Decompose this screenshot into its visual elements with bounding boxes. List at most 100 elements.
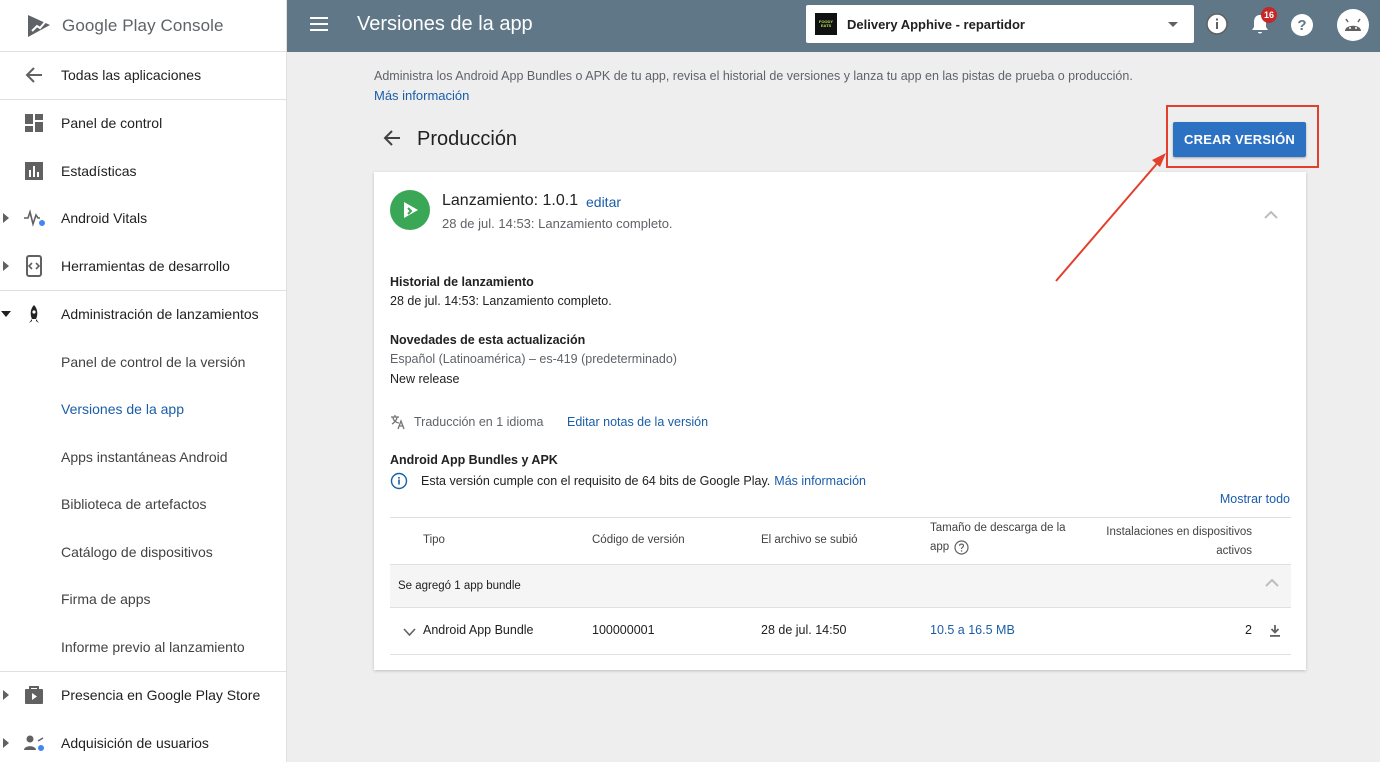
help-button[interactable]: ? — [1291, 14, 1313, 36]
account-avatar[interactable] — [1337, 9, 1369, 41]
sidebar-item-app-releases[interactable]: Versiones de la app — [0, 386, 286, 434]
page-description: Administra los Android App Bundles o APK… — [374, 69, 1133, 83]
android-icon — [1345, 18, 1361, 31]
release-status-icon — [390, 190, 430, 230]
sidebar-item-pre-launch-report[interactable]: Informe previo al lanzamiento — [0, 623, 286, 671]
news-language: Español (Latinoamérica) – es-419 (predet… — [390, 352, 677, 366]
cell-type: Android App Bundle — [423, 623, 534, 637]
sidebar-item-user-acquisition[interactable]: Adquisición de usuarios — [0, 719, 286, 762]
cell-version-code: 100000001 — [592, 623, 655, 637]
column-header-installs-line1: Instalaciones en dispositivos — [1106, 526, 1252, 538]
menu-icon[interactable] — [310, 17, 328, 31]
table-row[interactable]: Android App Bundle 100000001 28 de jul. … — [390, 608, 1291, 655]
main-content: Administra los Android App Bundles o APK… — [287, 52, 1380, 762]
sidebar-item-label: Versiones de la app — [61, 401, 184, 418]
edit-release-notes-link[interactable]: Editar notas de la versión — [567, 415, 708, 429]
expand-row-icon[interactable] — [403, 625, 416, 639]
arrow-back-icon — [383, 130, 400, 146]
release-title: Lanzamiento: 1.0.1 — [442, 192, 579, 209]
sidebar-item-dashboard[interactable]: Panel de control — [0, 100, 286, 148]
bar-chart-icon — [22, 159, 46, 183]
sidebar-item-label: Apps instantáneas Android — [61, 448, 228, 465]
sidebar-item-label: Panel de control de la versión — [61, 353, 246, 370]
column-header-uploaded: El archivo se subió — [761, 534, 858, 546]
info-icon — [390, 472, 408, 490]
requirement-more-info-link[interactable]: Más información — [774, 474, 866, 488]
play-console-logo-icon — [28, 14, 50, 37]
chevron-up-icon[interactable] — [1265, 578, 1279, 590]
history-text: 28 de jul. 14:53: Lanzamiento completo. — [390, 294, 612, 308]
rocket-icon — [22, 302, 46, 326]
sidebar: Google Play Console Todas las aplicacion… — [0, 0, 287, 762]
arrow-back-icon — [22, 63, 46, 87]
info-icon — [1206, 13, 1228, 35]
sidebar-item-label: Firma de apps — [61, 591, 151, 608]
sidebar-item-instant-apps[interactable]: Apps instantáneas Android — [0, 433, 286, 481]
all-apps-link[interactable]: Todas las aplicaciones — [0, 52, 286, 100]
sidebar-item-label: Administración de lanzamientos — [61, 306, 259, 323]
sidebar-item-artifact-library[interactable]: Biblioteca de artefactos — [0, 481, 286, 529]
notification-count-badge: 16 — [1261, 7, 1277, 23]
dashboard-icon — [22, 111, 46, 135]
collapse-caret-icon[interactable] — [1, 311, 11, 318]
vitals-icon — [22, 206, 46, 230]
history-heading: Historial de lanzamiento — [390, 275, 534, 289]
download-icon[interactable] — [1269, 624, 1281, 640]
column-header-version-code: Código de versión — [592, 534, 685, 546]
sidebar-item-android-vitals[interactable]: Android Vitals — [0, 195, 286, 243]
sidebar-item-label: Estadísticas — [61, 162, 137, 179]
table-group-row[interactable]: Se agregó 1 app bundle — [390, 564, 1291, 608]
edit-release-link[interactable]: editar — [586, 194, 621, 210]
bundles-table — [390, 517, 1291, 518]
info-button[interactable] — [1205, 12, 1229, 41]
sidebar-item-release-management[interactable]: Administración de lanzamientos — [0, 291, 286, 339]
app-selector[interactable]: FOODY EATS Delivery Apphive - repartidor — [806, 5, 1194, 43]
expand-caret-icon[interactable] — [3, 737, 9, 748]
cell-installs: 2 — [1245, 623, 1252, 637]
column-header-size-line2: app — [930, 541, 950, 553]
news-heading: Novedades de esta actualización — [390, 333, 586, 347]
all-apps-label: Todas las aplicaciones — [61, 67, 202, 84]
column-header-size-line1: Tamaño de descarga de la — [930, 522, 1066, 534]
show-all-link[interactable]: Mostrar todo — [1220, 492, 1290, 506]
sidebar-item-label: Adquisición de usuarios — [61, 734, 209, 751]
cell-uploaded: 28 de jul. 14:50 — [761, 623, 847, 637]
expand-caret-icon[interactable] — [3, 690, 9, 701]
column-header-installs: Instalaciones en dispositivos activos — [1106, 523, 1252, 561]
sidebar-item-dev-tools[interactable]: Herramientas de desarrollo — [0, 242, 286, 290]
track-title: Producción — [417, 128, 518, 150]
sidebar-item-label: Biblioteca de artefactos — [61, 496, 207, 513]
requirement-row: Esta versión cumple con el requisito de … — [390, 472, 866, 490]
play-console-logo[interactable]: Google Play Console — [0, 0, 286, 52]
sidebar-item-device-catalog[interactable]: Catálogo de dispositivos — [0, 528, 286, 576]
sidebar-item-release-dashboard[interactable]: Panel de control de la versión — [0, 338, 286, 386]
column-header-type: Tipo — [423, 534, 445, 546]
sidebar-item-label: Android Vitals — [61, 210, 148, 227]
app-icon: FOODY EATS — [815, 13, 837, 35]
create-release-button[interactable]: CREAR VERSIÓN — [1173, 122, 1306, 157]
logo-text: Google Play Console — [62, 15, 224, 35]
top-bar: Versiones de la app FOODY EATS Delivery … — [287, 0, 1380, 52]
help-icon[interactable] — [954, 540, 969, 555]
bundles-heading: Android App Bundles y APK — [390, 453, 558, 467]
store-icon — [22, 683, 46, 707]
release-card: Lanzamiento: 1.0.1 editar 28 de jul. 14:… — [374, 172, 1306, 670]
group-label: Se agregó 1 app bundle — [398, 580, 521, 592]
release-subtitle: 28 de jul. 14:53: Lanzamiento completo. — [442, 216, 673, 231]
user-acquisition-icon — [22, 731, 46, 755]
translation-text: Traducción en 1 idioma — [414, 415, 544, 429]
sidebar-item-statistics[interactable]: Estadísticas — [0, 147, 286, 195]
collapse-card-button[interactable] — [1264, 206, 1278, 224]
translation-row: Traducción en 1 idioma — [390, 414, 543, 430]
expand-caret-icon[interactable] — [3, 213, 9, 224]
column-header-installs-line2: activos — [1216, 545, 1252, 557]
column-header-size: Tamaño de descarga de la app — [930, 519, 1066, 557]
cell-size-link[interactable]: 10.5 a 16.5 MB — [930, 623, 1015, 637]
expand-caret-icon[interactable] — [3, 260, 9, 271]
sidebar-item-label: Catálogo de dispositivos — [61, 543, 213, 560]
sidebar-item-store-presence[interactable]: Presencia en Google Play Store — [0, 672, 286, 720]
more-info-link[interactable]: Más información — [374, 88, 469, 103]
back-button[interactable] — [382, 128, 402, 153]
news-text: New release — [390, 372, 460, 386]
sidebar-item-app-signing[interactable]: Firma de apps — [0, 576, 286, 624]
